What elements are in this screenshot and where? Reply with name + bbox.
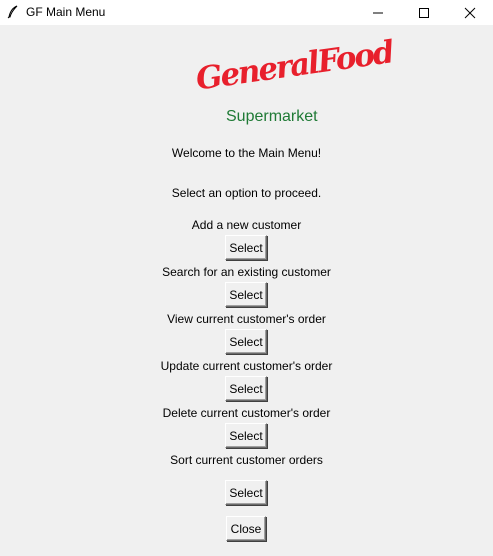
option-label-add-customer: Add a new customer <box>191 218 302 232</box>
select-add-customer-button[interactable]: Select <box>225 235 267 260</box>
maximize-icon <box>419 8 429 18</box>
select-search-customer-button[interactable]: Select <box>225 282 267 307</box>
option-label-sort-orders: Sort current customer orders <box>170 453 323 467</box>
window-title: GF Main Menu <box>26 5 106 19</box>
logo-sub-text: Supermarket <box>226 108 318 125</box>
welcome-text: Welcome to the Main Menu! <box>171 146 322 160</box>
logo-brand-text: GeneralFood <box>194 34 396 97</box>
close-icon <box>464 7 476 19</box>
feather-icon <box>6 5 20 19</box>
window-close-button[interactable] <box>447 0 493 25</box>
main-menu-panel: GeneralFood Supermarket Welcome to the M… <box>0 25 493 556</box>
select-sort-orders-button[interactable]: Select <box>225 480 267 505</box>
select-delete-order-button[interactable]: Select <box>225 423 267 448</box>
instruction-text: Select an option to proceed. <box>171 186 322 200</box>
minimize-icon <box>373 12 383 14</box>
option-label-delete-order: Delete current customer's order <box>162 406 331 420</box>
minimize-button[interactable] <box>355 0 401 25</box>
close-button[interactable]: Close <box>226 516 266 541</box>
option-label-view-order: View current customer's order <box>167 312 326 326</box>
option-label-search-customer: Search for an existing customer <box>162 265 331 279</box>
maximize-button[interactable] <box>401 0 447 25</box>
option-label-update-order: Update current customer's order <box>160 359 333 373</box>
general-food-logo: GeneralFood Supermarket <box>194 34 396 125</box>
select-update-order-button[interactable]: Select <box>225 376 267 401</box>
title-bar: GF Main Menu <box>0 0 493 25</box>
select-view-order-button[interactable]: Select <box>225 329 267 354</box>
